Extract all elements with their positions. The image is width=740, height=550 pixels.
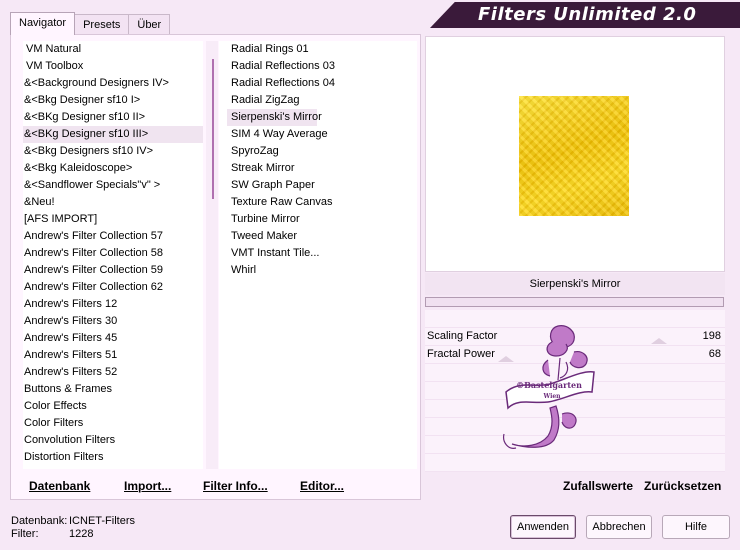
category-item[interactable]: &<BKg Designer sf10 III> [23,126,203,143]
category-item[interactable]: Andrew's Filter Collection 58 [23,245,203,262]
watermark-line2: Wien [542,393,561,400]
category-item[interactable]: &Neu! [23,194,203,211]
category-item[interactable]: &<Background Designers IV> [23,75,203,92]
category-item[interactable]: Andrew's Filter Collection 62 [23,279,203,296]
category-item[interactable]: Buttons & Frames [23,381,203,398]
filter-item[interactable]: Radial Rings 01 [231,41,417,58]
category-scrollbar-thumb[interactable] [212,59,214,199]
preview-area [425,36,725,272]
navigator-panel: VM Natural VM Toolbox &<Background Designe… [10,34,421,500]
preview-image [519,96,629,216]
slider-thumb-icon[interactable] [651,338,667,344]
param-name: Fractal Power [427,348,495,360]
category-item[interactable]: Distortion Filters [23,449,203,466]
category-item[interactable]: Color Filters [23,415,203,432]
category-item[interactable]: [AFS IMPORT] [23,211,203,228]
category-item[interactable]: Andrew's Filters 52 [23,364,203,381]
app-title: Filters Unlimited 2.0 [478,4,697,25]
filter-item[interactable]: Radial Reflections 03 [231,58,417,75]
import-button[interactable]: Import... [124,479,171,493]
filter-info-button[interactable]: Filter Info... [203,479,268,493]
param-value: 68 [708,348,721,360]
filter-item[interactable]: Streak Mirror [231,160,417,177]
filter-item[interactable]: Texture Raw Canvas [231,194,417,211]
navigator-footer: Datenbank Import... Filter Info... Edito… [11,473,420,499]
category-item[interactable]: &<BKg Designer sf10 II> [23,109,203,126]
category-item[interactable]: Andrew's Filters 45 [23,330,203,347]
category-item[interactable]: &<Bkg Designers sf10 IV> [23,143,203,160]
category-item[interactable]: &<Bkg Kaleidoscope> [23,160,203,177]
status-filter-count: 1228 [69,528,94,540]
category-scrollbar[interactable] [206,41,218,469]
category-item[interactable]: Andrew's Filters 12 [23,296,203,313]
param-name: Scaling Factor [427,330,498,342]
editor-button[interactable]: Editor... [300,479,344,493]
category-item[interactable]: Andrew's Filter Collection 57 [23,228,203,245]
category-item[interactable]: Andrew's Filter Collection 59 [23,262,203,279]
tab-bar: Navigator Presets Über [10,12,171,35]
filter-item[interactable]: Radial Reflections 04 [231,75,417,92]
progress-bar [425,297,724,307]
filter-item[interactable]: Turbine Mirror [231,211,417,228]
filter-item[interactable]: Sierpenski's Mirror [227,109,322,126]
filter-item[interactable]: SW Graph Paper [231,177,417,194]
tab-navigator[interactable]: Navigator [10,12,76,35]
category-item[interactable]: &<Bkg Designer sf10 I> [23,92,203,109]
filter-item[interactable]: VMT Instant Tile... [231,245,417,262]
filters-unlimited-window: Filters Unlimited 2.0 Navigator Presets … [0,0,740,550]
filter-item[interactable]: SpyroZag [231,143,417,160]
filter-item[interactable]: SIM 4 Way Average [231,126,417,143]
category-item[interactable]: Andrew's Filters 51 [23,347,203,364]
watermark-line1: ©Bastelgarten [516,380,582,390]
help-button[interactable]: Hilfe [662,515,730,539]
apply-button[interactable]: Anwenden [510,515,576,539]
category-item[interactable]: VM Natural [23,41,203,58]
filter-list[interactable]: Radial Rings 01 Radial Reflections 03 Radi… [219,41,417,469]
category-list[interactable]: VM Natural VM Toolbox &<Background Designe… [23,41,203,469]
category-item[interactable]: Color Effects [23,398,203,415]
tab-presets[interactable]: Presets [74,14,130,35]
status-db-value: ICNET-Filters [69,515,135,527]
parameter-footer: Zufallswerte Zurücksetzen [425,473,725,499]
watermark-logo-icon: ©Bastelgarten Wien [503,325,595,449]
filter-item[interactable]: Tweed Maker [231,228,417,245]
category-item[interactable]: Andrew's Filters 30 [23,313,203,330]
tab-about[interactable]: Über [128,14,171,35]
param-value: 198 [702,330,721,342]
category-item[interactable]: &<Sandflower Specials"v" > [23,177,203,194]
random-values-button[interactable]: Zufallswerte [563,479,633,493]
category-item[interactable]: Convolution Filters [23,432,203,449]
current-filter-name: Sierpenski's Mirror [425,273,725,295]
datenbank-button[interactable]: Datenbank [29,479,90,493]
category-item[interactable]: Dis... [23,466,203,469]
cancel-button[interactable]: Abbrechen [586,515,652,539]
status-filter-label: Filter: [11,528,39,540]
filter-item[interactable]: Radial ZigZag [231,92,417,109]
status-area: Datenbank: ICNET-Filters Filter: 1228 [11,515,135,541]
reset-button[interactable]: Zurücksetzen [644,479,721,493]
category-item[interactable]: VM Toolbox [23,58,203,75]
status-db-label: Datenbank: [11,515,68,527]
filter-item[interactable]: Whirl [231,262,417,279]
